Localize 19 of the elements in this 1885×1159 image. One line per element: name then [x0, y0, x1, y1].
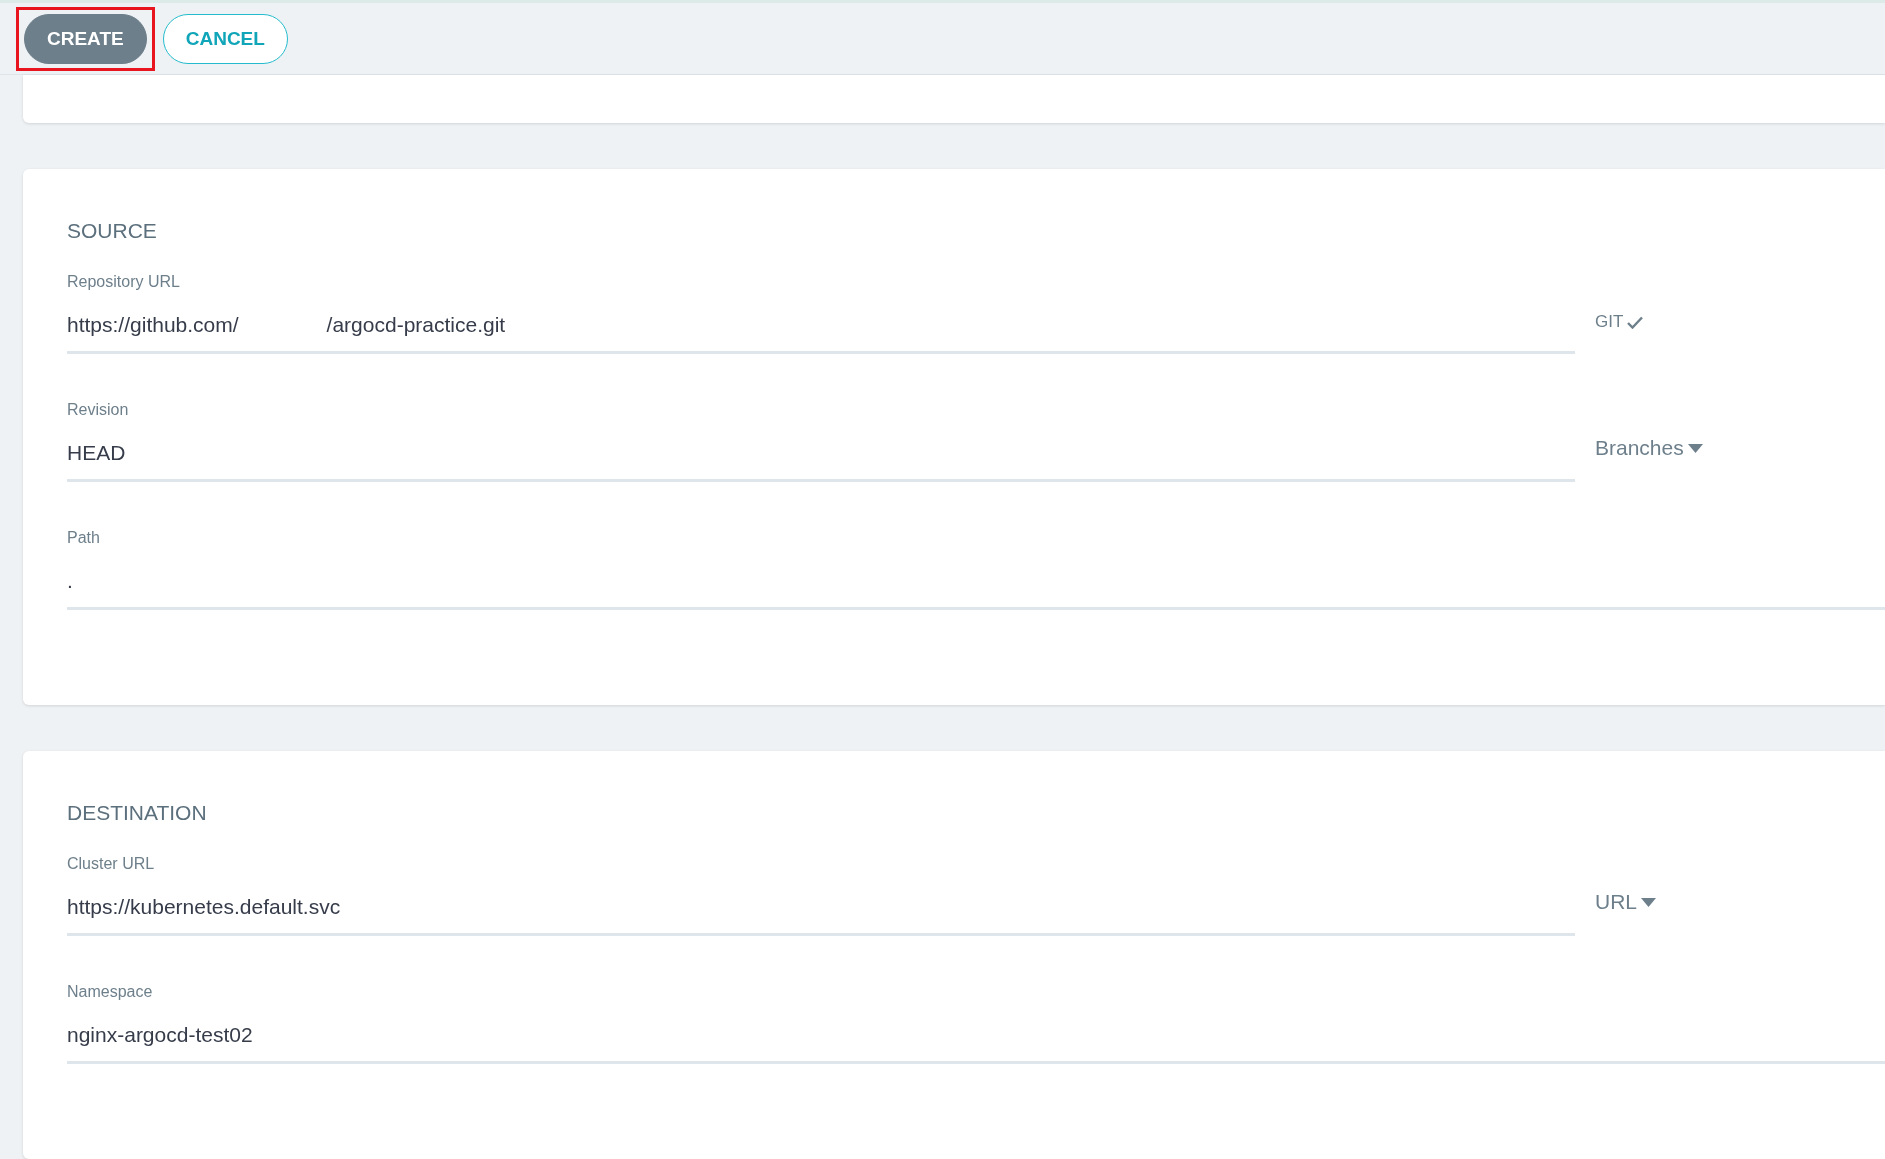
field-label: Path: [67, 529, 101, 547]
field-label: Cluster URL: [67, 855, 156, 873]
input-field[interactable]: https://github.com/ /argocd-practice.git: [67, 313, 1575, 354]
caret-down-icon[interactable]: [1687, 443, 1703, 453]
field-label: Namespace: [67, 983, 154, 1001]
create-button[interactable]: CREATE: [24, 13, 147, 64]
caret-down-icon[interactable]: [1641, 897, 1656, 907]
input-field[interactable]: .: [67, 569, 1885, 610]
field-label: Repository URL: [67, 273, 181, 291]
input-field[interactable]: HEAD: [67, 441, 1575, 482]
dropdown-toggle[interactable]: URL: [1595, 890, 1637, 914]
section-title: SOURCE: [67, 219, 158, 243]
input-field[interactable]: nginx-argocd-test02: [67, 1023, 1885, 1064]
check-icon: [1627, 315, 1644, 329]
field-label: Revision: [67, 401, 130, 419]
dropdown-toggle[interactable]: Branches: [1595, 436, 1684, 460]
repo-type-label: GIT: [1595, 312, 1624, 332]
input-field[interactable]: https://kubernetes.default.svc: [67, 895, 1575, 936]
section-title: DESTINATION: [67, 801, 208, 825]
